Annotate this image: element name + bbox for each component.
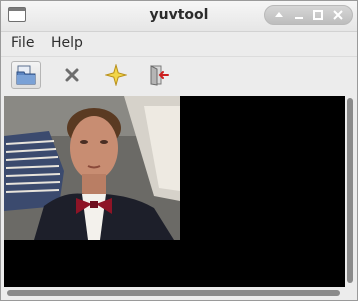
open-button[interactable] (11, 61, 41, 89)
horizontal-scrollbar[interactable] (4, 287, 345, 299)
image-viewport[interactable] (4, 96, 345, 287)
minimize-icon[interactable] (292, 8, 306, 22)
close-icon[interactable] (331, 8, 345, 22)
title-bar[interactable]: yuvtool (1, 1, 357, 32)
horizontal-scroll-thumb[interactable] (7, 290, 340, 296)
vertical-scroll-thumb[interactable] (347, 98, 353, 283)
vertical-scrollbar[interactable] (345, 96, 357, 287)
star-icon (105, 64, 127, 86)
close-x-icon (65, 68, 79, 82)
shade-up-icon[interactable] (272, 8, 286, 22)
menu-file[interactable]: File (11, 35, 34, 51)
quit-button[interactable] (143, 61, 173, 89)
video-frame (4, 96, 180, 240)
new-button[interactable] (101, 61, 131, 89)
window-controls (264, 5, 353, 25)
exit-icon (150, 65, 169, 86)
menu-bar: File Help (1, 32, 357, 54)
app-window: yuvtool File Help (0, 0, 358, 301)
menu-help[interactable]: Help (51, 35, 83, 51)
open-file-icon (16, 65, 36, 85)
toolbar (1, 56, 357, 95)
maximize-icon[interactable] (311, 8, 325, 22)
close-file-button[interactable] (57, 61, 87, 89)
